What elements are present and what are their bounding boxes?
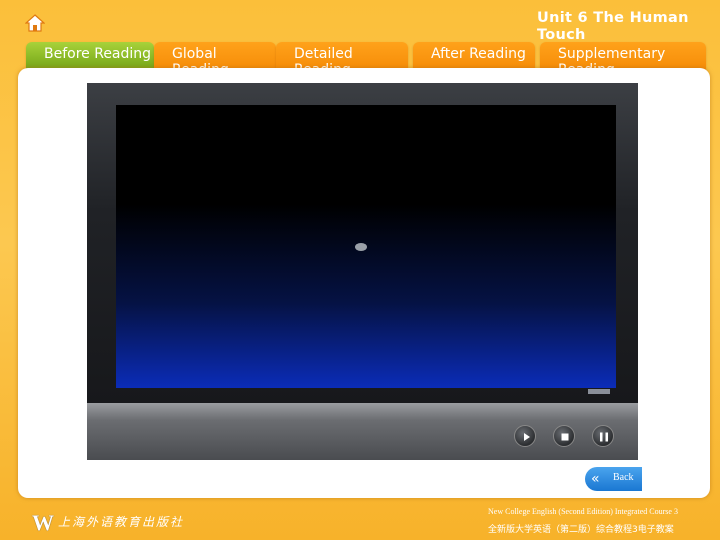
stop-icon bbox=[561, 433, 569, 441]
home-icon[interactable] bbox=[24, 14, 46, 32]
stop-button[interactable] bbox=[553, 425, 575, 447]
course-title-en: New College English (Second Edition) Int… bbox=[488, 507, 678, 516]
publisher-logo-mark: W bbox=[32, 510, 54, 535]
play-icon bbox=[524, 433, 530, 441]
monitor-bezel bbox=[87, 83, 638, 403]
pause-icon bbox=[600, 432, 608, 442]
pause-button[interactable] bbox=[592, 425, 614, 447]
double-chevron-left-icon: « bbox=[591, 471, 600, 487]
video-watermark bbox=[588, 389, 610, 394]
video-screen[interactable] bbox=[116, 105, 616, 388]
back-label: Back bbox=[613, 472, 634, 483]
back-button[interactable]: « Back bbox=[585, 467, 642, 491]
publisher-name: 上海外语教育出版社 bbox=[58, 515, 185, 529]
unit-title: Unit 6 The Human Touch bbox=[537, 10, 689, 43]
video-frame-object bbox=[355, 243, 367, 251]
video-player bbox=[87, 83, 638, 460]
play-button[interactable] bbox=[514, 425, 536, 447]
course-title-cn: 全新版大学英语（第二版）综合教程3电子教案 bbox=[488, 525, 674, 535]
